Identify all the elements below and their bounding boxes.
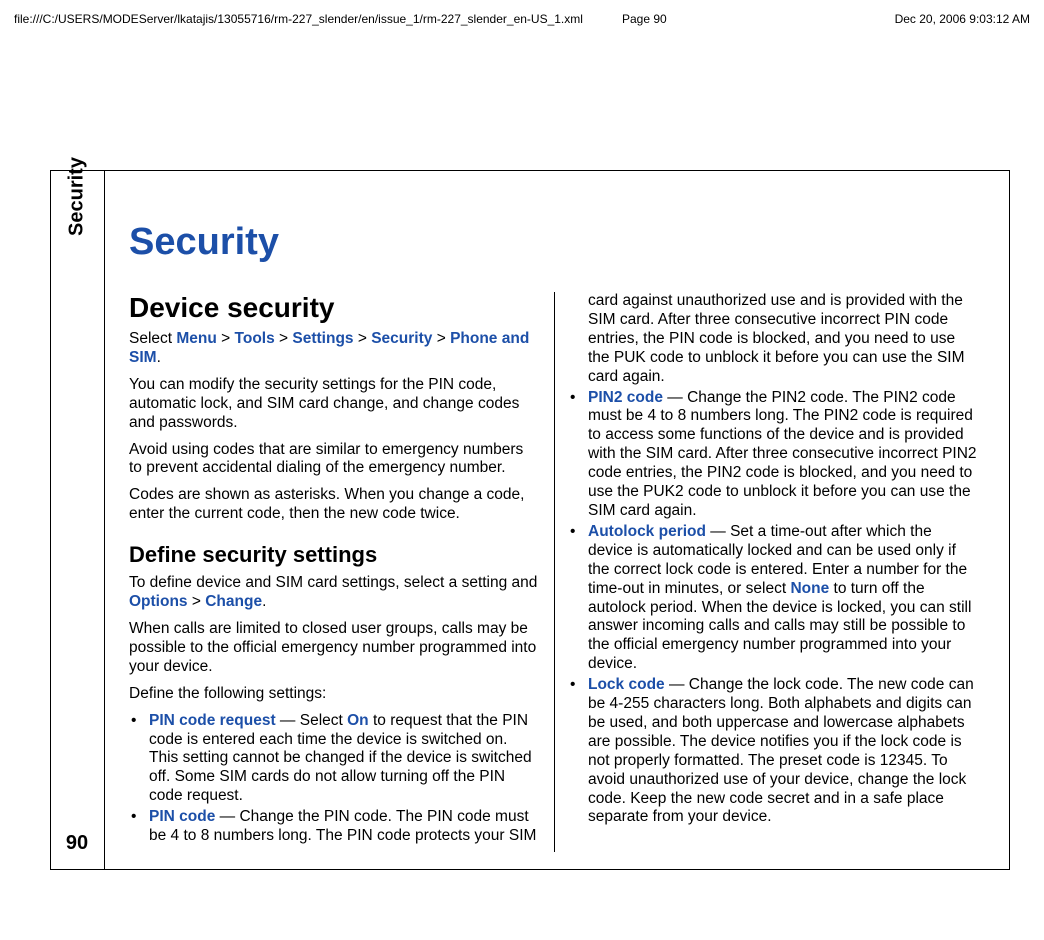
nav-sep: > — [188, 593, 206, 610]
list-item: • Lock code — Change the lock code. The … — [568, 676, 979, 827]
side-tab: Security 90 — [50, 170, 105, 870]
page-title: Security — [129, 221, 979, 264]
bullet-icon: • — [570, 523, 575, 542]
hl-change: Change — [205, 593, 262, 610]
setting-autolock-period: Autolock period — [588, 523, 706, 540]
subsection-heading-define-security: Define security settings — [129, 542, 540, 568]
setting-lock-code: Lock code — [588, 676, 665, 693]
paragraph: To define device and SIM card settings, … — [129, 574, 540, 612]
print-header: file:///C:/USERS/MODEServer/lkatajis/130… — [14, 12, 1030, 26]
text-fragment: . — [262, 593, 266, 610]
setting-pin-code-request: PIN code request — [149, 712, 276, 729]
text-fragment: — Change the PIN2 code. The PIN2 code mu… — [588, 389, 977, 519]
nav-sep: > — [354, 330, 372, 347]
page-number: 90 — [66, 832, 88, 855]
page-content: Security Device security Select Menu > T… — [129, 221, 979, 849]
navigation-path: Select Menu > Tools > Settings > Securit… — [129, 330, 540, 368]
nav-tools: Tools — [235, 330, 275, 347]
header-datetime: Dec 20, 2006 9:03:12 AM — [895, 12, 1030, 26]
text-fragment: To define device and SIM card settings, … — [129, 574, 537, 591]
page-frame: Security 90 Security Device security Sel… — [50, 170, 1010, 870]
hl-none: None — [790, 580, 829, 597]
paragraph: Define the following settings: — [129, 685, 540, 704]
nav-suffix: . — [157, 349, 161, 366]
hl-on: On — [347, 712, 369, 729]
nav-prefix: Select — [129, 330, 176, 347]
nav-sep: > — [432, 330, 450, 347]
setting-pin-code: PIN code — [149, 808, 215, 825]
paragraph: You can modify the security settings for… — [129, 376, 540, 433]
nav-sep: > — [275, 330, 293, 347]
text-fragment: — Change the lock code. The new code can… — [588, 676, 974, 825]
bullet-icon: • — [570, 676, 575, 695]
nav-security: Security — [371, 330, 432, 347]
list-item: • PIN2 code — Change the PIN2 code. The … — [568, 389, 979, 521]
bullet-icon: • — [131, 808, 136, 827]
nav-settings: Settings — [292, 330, 353, 347]
header-page-label: Page 90 — [622, 12, 667, 26]
text-fragment: — Select — [276, 712, 348, 729]
section-heading-device-security: Device security — [129, 292, 540, 324]
setting-pin2-code: PIN2 code — [588, 389, 663, 406]
bullet-icon: • — [131, 712, 136, 731]
bullet-icon: • — [570, 389, 575, 408]
hl-options: Options — [129, 593, 188, 610]
nav-sep: > — [217, 330, 235, 347]
list-item: • Autolock period — Set a time-out after… — [568, 523, 979, 674]
paragraph: Codes are shown as asterisks. When you c… — [129, 486, 540, 524]
list-item: • PIN code request — Select On to reques… — [129, 712, 540, 807]
paragraph: When calls are limited to closed user gr… — [129, 620, 540, 677]
text-columns: Device security Select Menu > Tools > Se… — [129, 292, 979, 852]
side-tab-section-label: Security — [66, 157, 89, 236]
paragraph: Avoid using codes that are similar to em… — [129, 441, 540, 479]
header-file-path: file:///C:/USERS/MODEServer/lkatajis/130… — [14, 12, 583, 26]
nav-menu: Menu — [176, 330, 216, 347]
